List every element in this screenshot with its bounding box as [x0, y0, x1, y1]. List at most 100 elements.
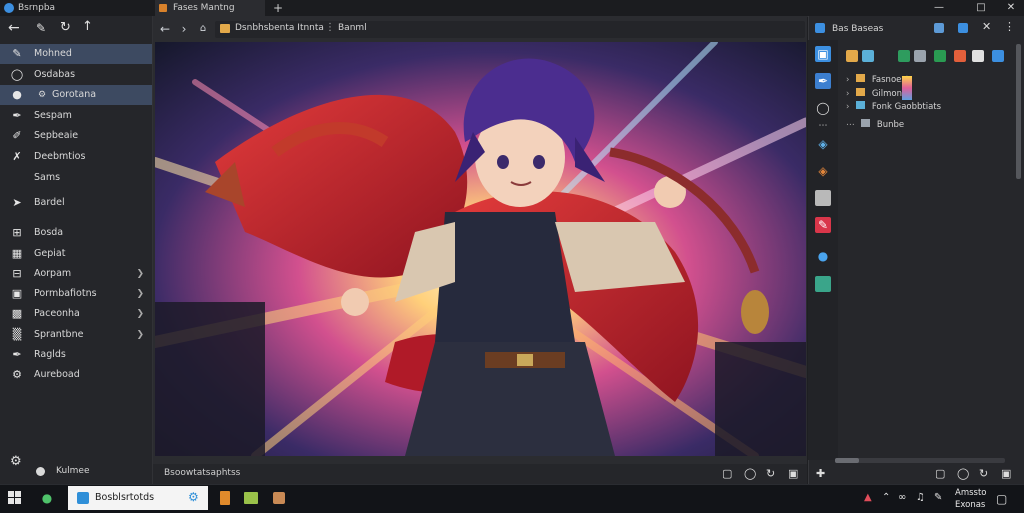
- sidebar-item-sespam[interactable]: ✒ Sespam: [0, 106, 152, 126]
- chevron-right-icon: ❯: [136, 330, 144, 340]
- taskbar-gear-icon: ⚙: [188, 490, 199, 504]
- tool-doc-icon[interactable]: [954, 50, 966, 62]
- brush-tool-icon[interactable]: ✒: [815, 73, 831, 89]
- tool-sheet-icon[interactable]: [934, 50, 946, 62]
- tool-link-icon[interactable]: [972, 50, 984, 62]
- tab-active[interactable]: Fases Mantng: [155, 0, 265, 16]
- vertical-scrollbar[interactable]: [1016, 44, 1021, 179]
- panel-mail-icon[interactable]: [958, 23, 968, 33]
- sidebar-item-pormbafiotns[interactable]: ▣ Pormbafiotns ❯: [0, 284, 152, 304]
- tool-image-icon[interactable]: [862, 50, 874, 62]
- panel-expand-icon[interactable]: ▣: [1001, 467, 1011, 480]
- globe-tool-icon[interactable]: ●: [815, 248, 831, 264]
- panel-save-icon[interactable]: [934, 23, 944, 33]
- dots-tool-icon[interactable]: ⋯: [815, 118, 831, 134]
- tree-item-3[interactable]: › Fonk Gaobbtiats: [846, 101, 941, 113]
- tray-chevron-icon[interactable]: ⌃: [882, 492, 890, 503]
- taskbar-app-label: Bosblsrtotds: [95, 492, 155, 503]
- sidebar-item-sams[interactable]: Sams: [0, 168, 152, 188]
- panel-fit-icon[interactable]: ▢: [935, 467, 945, 480]
- tool-grid-icon[interactable]: [914, 50, 926, 62]
- tool-web-icon[interactable]: [992, 50, 1004, 62]
- tool-check-icon[interactable]: [898, 50, 910, 62]
- tree-item-2[interactable]: › Gilmon: [846, 88, 902, 100]
- panel-app-icon: [815, 23, 825, 33]
- layers-tool-icon[interactable]: ◈: [815, 136, 831, 152]
- new-tab-button[interactable]: +: [273, 0, 283, 16]
- sidebar-item-raglds[interactable]: ✒ Raglds: [0, 345, 152, 365]
- horizontal-scrollbar[interactable]: [835, 458, 1005, 463]
- tab-label: Fases Mantng: [173, 3, 235, 13]
- tool-folder-icon[interactable]: [846, 50, 858, 62]
- sidebar-item-aorpam[interactable]: ⊟ Aorpam ❯: [0, 264, 152, 284]
- panel-menu-icon[interactable]: ✕: [982, 20, 991, 33]
- fullscreen-icon[interactable]: ▣: [788, 467, 798, 480]
- maximize-icon[interactable]: □: [966, 0, 996, 16]
- fill-tool-icon[interactable]: ◈: [815, 163, 831, 179]
- breadcrumb-separator-icon: ⋮: [325, 22, 335, 33]
- volume-icon[interactable]: ♫: [916, 492, 925, 503]
- back-icon[interactable]: ←: [8, 20, 20, 36]
- editor-icon[interactable]: [270, 489, 288, 507]
- sidebar-footer-label[interactable]: Kulmee: [56, 466, 90, 476]
- panel-more-icon[interactable]: ⋮: [1004, 20, 1015, 33]
- sidebar-item-gepiat[interactable]: ▦ Gepiat: [0, 244, 152, 264]
- breadcrumb-part2[interactable]: Banml: [338, 23, 367, 33]
- stamp-tool-icon[interactable]: ✎: [815, 217, 831, 233]
- image-tool-icon[interactable]: ▣: [815, 46, 831, 62]
- image-file-icon: [856, 101, 866, 109]
- sidebar-item-paceonha[interactable]: ▩ Paceonha ❯: [0, 304, 152, 324]
- tree-item-1[interactable]: › Fasnoest: [846, 74, 909, 86]
- rotate-icon[interactable]: ↻: [766, 467, 775, 480]
- panel-zoom-icon[interactable]: ◯: [957, 467, 969, 480]
- file-explorer-icon[interactable]: [216, 489, 234, 507]
- folder-icon: ▣: [11, 287, 23, 300]
- nav-forward-icon[interactable]: ›: [176, 18, 192, 40]
- sidebar-item-sprantbne[interactable]: ▒ Sprantbne ❯: [0, 325, 152, 345]
- pin-icon: ➤: [12, 196, 22, 209]
- swatch-tool-icon[interactable]: [815, 190, 831, 206]
- window-title: Bsrnpba: [18, 3, 56, 13]
- sidebar-item-bardel[interactable]: ➤ Bardel: [0, 193, 152, 213]
- sidebar-item-sepbeaie[interactable]: ✐ Sepbeaie: [0, 126, 152, 146]
- notification-warning-icon[interactable]: ▲: [864, 492, 872, 503]
- tree-item-4[interactable]: ⋯ Bunbe: [846, 119, 904, 131]
- chevron-right-icon: ❯: [136, 289, 144, 299]
- expand-icon: ›: [846, 89, 850, 99]
- horizontal-scrollbar-thumb[interactable]: [835, 458, 859, 463]
- image-canvas[interactable]: [155, 42, 806, 456]
- status-text: Bsoowtatsaphtss: [164, 468, 241, 478]
- refresh-icon[interactable]: ↻: [60, 20, 71, 35]
- network-icon[interactable]: ∞: [898, 492, 906, 503]
- brush-icon: ✒: [12, 109, 22, 122]
- folder-icon: [220, 24, 230, 33]
- photos-icon[interactable]: [242, 489, 260, 507]
- circle-tool-icon[interactable]: ◯: [815, 100, 831, 116]
- browser-icon[interactable]: ●: [38, 489, 56, 507]
- export-tool-icon[interactable]: [815, 276, 831, 292]
- sidebar-item-aureboad[interactable]: ⚙ Aureboad: [0, 365, 152, 385]
- sidebar-item-bosda[interactable]: ⊞ Bosda: [0, 223, 152, 243]
- folder-icon: [856, 74, 866, 82]
- home-icon[interactable]: ⌂: [195, 18, 211, 40]
- nav-back-icon[interactable]: ←: [157, 18, 173, 40]
- start-icon[interactable]: [8, 491, 22, 505]
- panel-rotate-icon[interactable]: ↻: [979, 467, 988, 480]
- clock-time[interactable]: Amssto: [955, 488, 987, 498]
- sidebar-item-deebmtios[interactable]: ✗ Deebmtios: [0, 147, 152, 167]
- sidebar-item-gorotana[interactable]: ● Gorotana ⚙: [0, 85, 152, 105]
- up-icon[interactable]: ↑: [82, 19, 93, 34]
- minimize-icon[interactable]: —: [924, 0, 954, 16]
- settings-icon[interactable]: ⚙: [10, 454, 22, 469]
- panel-puzzle-icon[interactable]: ✚: [816, 467, 825, 480]
- zoom-icon[interactable]: ◯: [744, 467, 756, 480]
- sidebar-item-osdabas[interactable]: ◯ Osdabas: [0, 65, 152, 85]
- edit-icon[interactable]: ✎: [36, 21, 46, 35]
- breadcrumb-part1[interactable]: Dsnbhsbenta Itnnta: [235, 23, 324, 33]
- clock-date[interactable]: Exonas: [955, 500, 985, 510]
- close-icon[interactable]: ✕: [996, 0, 1024, 16]
- notifications-icon[interactable]: ▢: [996, 492, 1007, 506]
- fit-view-icon[interactable]: ▢: [722, 467, 732, 480]
- sidebar-item-mohned[interactable]: ✎ Mohned: [0, 44, 152, 64]
- ime-icon[interactable]: ✎: [934, 492, 942, 503]
